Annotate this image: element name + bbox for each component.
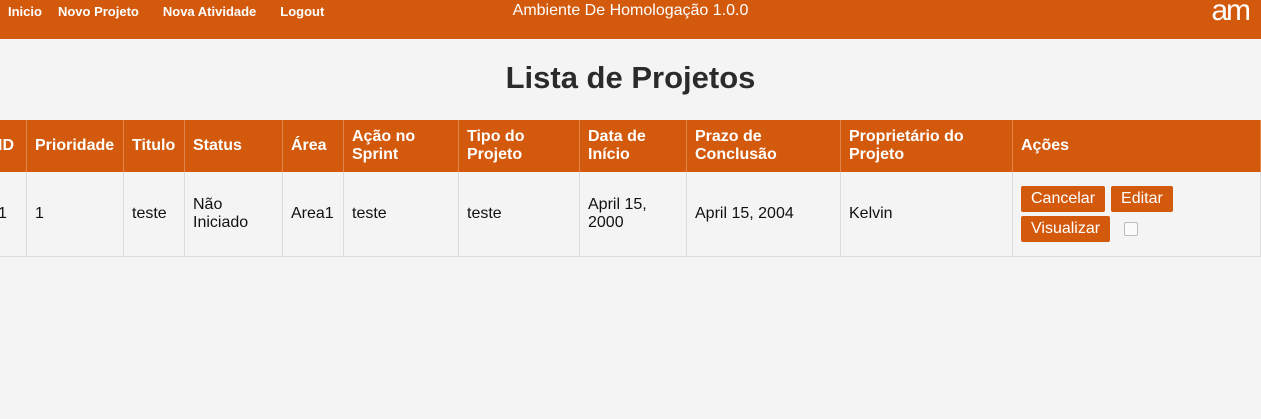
cell-area: Area1 (282, 172, 344, 257)
col-header-prazo-conclusao: Prazo de Conclusão (686, 120, 841, 172)
cell-acoes: Cancelar Editar Visualizar (1012, 172, 1261, 257)
top-navbar: Inicio Novo Projeto Nova Atividade Logou… (0, 0, 1261, 39)
cell-tipo-projeto: teste (458, 172, 580, 257)
page-title: Lista de Projetos (505, 60, 756, 95)
brand-logo[interactable]: am (1211, 0, 1251, 28)
col-header-status: Status (184, 120, 283, 172)
col-header-tipo-projeto: Tipo do Projeto (458, 120, 580, 172)
col-header-acao-sprint: Ação no Sprint (343, 120, 459, 172)
col-header-data-inicio: Data de Início (579, 120, 687, 172)
actions-row-1: Cancelar Editar (1021, 184, 1252, 214)
col-header-titulo: Titulo (123, 120, 185, 172)
view-button[interactable]: Visualizar (1021, 216, 1111, 242)
projects-table-container: ID Prioridade Titulo Status Área Ação no… (0, 120, 1261, 257)
cell-id: 1 (0, 172, 27, 257)
row-select-checkbox[interactable] (1124, 222, 1139, 236)
col-header-id: ID (0, 120, 27, 172)
col-header-proprietario: Proprietário do Projeto (840, 120, 1013, 172)
cell-data-inicio: April 15, 2000 (579, 172, 687, 257)
edit-button[interactable]: Editar (1111, 186, 1173, 212)
col-header-prioridade: Prioridade (26, 120, 124, 172)
cell-titulo: teste (123, 172, 185, 257)
actions-row-2: Visualizar (1021, 214, 1252, 244)
cell-status: Não Iniciado (184, 172, 283, 257)
projects-table: ID Prioridade Titulo Status Área Ação no… (0, 120, 1261, 257)
col-header-area: Área (282, 120, 344, 172)
table-body: 1 1 teste Não Iniciado Area1 teste teste… (0, 172, 1261, 257)
cell-prioridade: 1 (26, 172, 124, 257)
cell-prazo-conclusao: April 15, 2004 (686, 172, 841, 257)
cell-proprietario: Kelvin (840, 172, 1013, 257)
cell-acao-sprint: teste (343, 172, 459, 257)
table-row: 1 1 teste Não Iniciado Area1 teste teste… (0, 172, 1261, 257)
cancel-button[interactable]: Cancelar (1021, 186, 1106, 212)
table-header: ID Prioridade Titulo Status Área Ação no… (0, 120, 1261, 172)
environment-title: Ambiente De Homologação 1.0.0 (512, 2, 749, 19)
col-header-acoes: Ações (1012, 120, 1261, 172)
